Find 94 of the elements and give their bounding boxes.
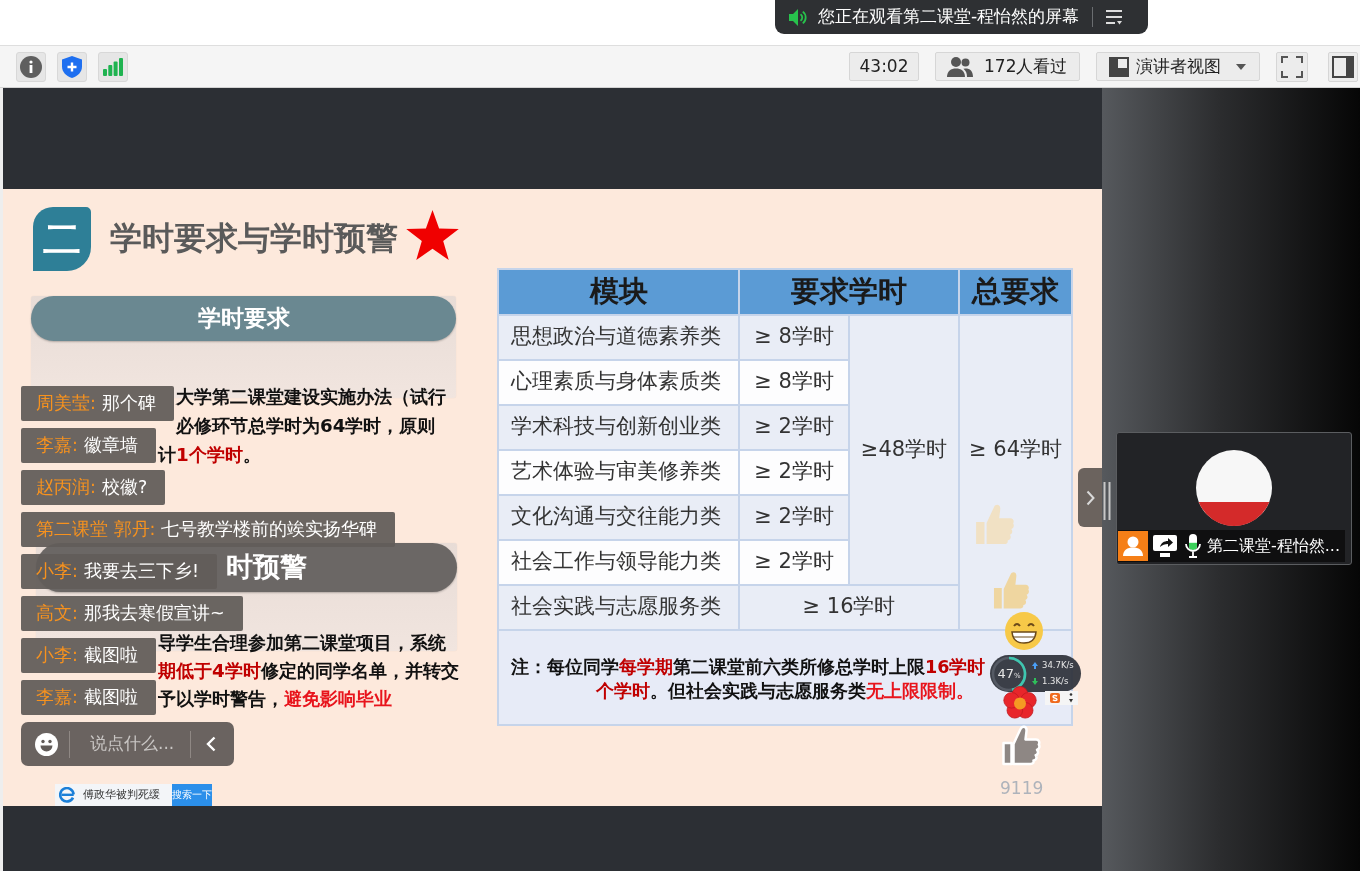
expand-panel-button[interactable] [1078,468,1102,527]
table-cell: 思想政治与道德素养类 [498,314,739,360]
table-cell: 艺术体验与审美修养类 [498,449,739,495]
chat-sender: 李嘉: [36,434,78,458]
smiley-icon [35,732,58,756]
table-cell: ≥ 64学时 [959,314,1072,630]
screen-share-icon [1153,535,1177,557]
table-cell: ≥ 2学时 [739,539,849,585]
shield-icon [62,55,82,78]
grinning-face-icon [1005,612,1043,650]
chat-message-text: 徽章墙 [83,434,138,458]
like-count: 9119 [1000,777,1043,800]
participant-name: 第二课堂-程怡然... [1207,535,1341,557]
banner-text: 您正在观看第二课堂-程怡然的屏幕 [818,5,1080,29]
table-cell: ≥ 2学时 [739,449,849,495]
download-rate: 1.3K/s [1042,675,1069,688]
menu-button[interactable] [1105,9,1124,25]
caret-icon [1236,63,1246,70]
section-number-badge: 二 [33,207,91,271]
slide-text-line: 计1个学时。 [158,442,261,467]
chevron-right-icon [1085,489,1095,506]
slide-text-line: 必修环节总学时为64学时，原则 [176,413,436,438]
slide-text-line: 导学生合理参加第二课堂项目，系统 [158,630,446,655]
chat-sender: 赵丙润: [36,476,96,500]
emoji-button[interactable] [35,732,58,756]
upload-rate: 34.7K/s [1042,659,1074,672]
table-cell: ≥48学时 [849,314,959,585]
network-button[interactable] [98,51,128,82]
slide-title: 学时要求与学时预警 [110,221,398,257]
upload-arrow-icon [1032,662,1038,670]
chat-message-text: 七号教学楼前的竢实扬华碑 [161,518,378,542]
chevron-left-icon [206,736,216,752]
table-cell: 心理素质与身体素质类 [498,359,739,405]
chat-sender: 第二课堂 郭丹: [36,518,156,542]
thumbs-up-icon [975,503,1015,545]
layout-icon [1109,56,1129,77]
signal-bars-icon [103,57,123,76]
table-cell: ≥ 8学时 [739,314,849,360]
like-button[interactable] [1000,724,1043,766]
browser-logo-icon [59,787,75,803]
thumbs-up-icon [1000,724,1043,766]
chat-message-text: 那我去寒假宣讲~ [83,602,225,626]
slide-text-line: 期低于4学时修定的同学名单，并转交 [158,658,459,683]
table-cell: ≥ 2学时 [739,404,849,450]
info-icon [20,55,42,78]
flower-icon [1003,686,1037,719]
table-header-cell: 要求学时 [739,269,959,315]
sidebar-icon [1332,55,1354,78]
chat-input-bar[interactable]: 说点什么... [21,722,234,766]
grip-icon [1103,482,1111,520]
table-cell: 社会实践与志愿服务类 [498,584,739,630]
slide-text-line: 予以学时警告，避免影响毕业 [158,686,392,711]
slide-text-line: 大学第二课堂建设实施办法（试行 [176,384,446,409]
resize-handle[interactable] [1103,482,1111,520]
view-mode-dropdown[interactable]: 演讲者视图 [1096,52,1260,81]
viewers-button[interactable]: 172人看过 [935,52,1080,81]
chat-message-text: 校徽? [101,476,148,500]
speaker-icon [789,8,807,26]
search-box[interactable]: 傅政华被判死缓 [55,784,172,806]
chat-sender: 小李: [36,560,78,584]
thumbs-up-icon [993,570,1030,610]
table-header-cell: 总要求 [959,269,1072,315]
section-heading: 学时要求 [197,305,290,332]
person-icon [1118,531,1148,561]
security-button[interactable] [57,51,87,82]
table-cell: ≥ 8学时 [739,359,849,405]
chat-input-field[interactable]: 说点什么... [90,731,185,757]
download-arrow-icon [1032,677,1038,685]
chat-message-text: 截图啦 [83,686,138,710]
info-button[interactable] [16,51,46,82]
chat-sender: 周美莹: [36,392,96,416]
table-cell: ≥ 2学时 [739,494,849,540]
chat-sender: 李嘉: [36,686,78,710]
fullscreen-button[interactable] [1276,51,1308,82]
chat-message-text: 那个碑 [101,392,156,416]
table-cell: 文化沟通与交往能力类 [498,494,739,540]
menu-icon [1105,9,1124,25]
collapse-chat-button[interactable] [206,736,216,752]
chat-sender: 小李: [36,644,78,668]
chat-message-text: 我要去三下乡! [83,560,199,584]
people-icon [947,56,973,77]
section-heading: 时预警 [226,552,307,582]
sidebar-toggle-button[interactable] [1328,51,1358,82]
elapsed-time: 43:02 [849,52,919,81]
table-header-cell: 模块 [498,269,739,315]
fullscreen-icon [1281,55,1303,78]
table-cell: 学术科技与创新创业类 [498,404,739,450]
table-cell: 社会工作与领导能力类 [498,539,739,585]
chat-message-text: 截图啦 [83,644,138,668]
microphone-icon [1185,534,1201,558]
chat-sender: 高文: [36,602,78,626]
more-icon [1069,693,1074,703]
table-cell: ≥ 16学时 [739,584,959,630]
star-icon [406,210,459,260]
